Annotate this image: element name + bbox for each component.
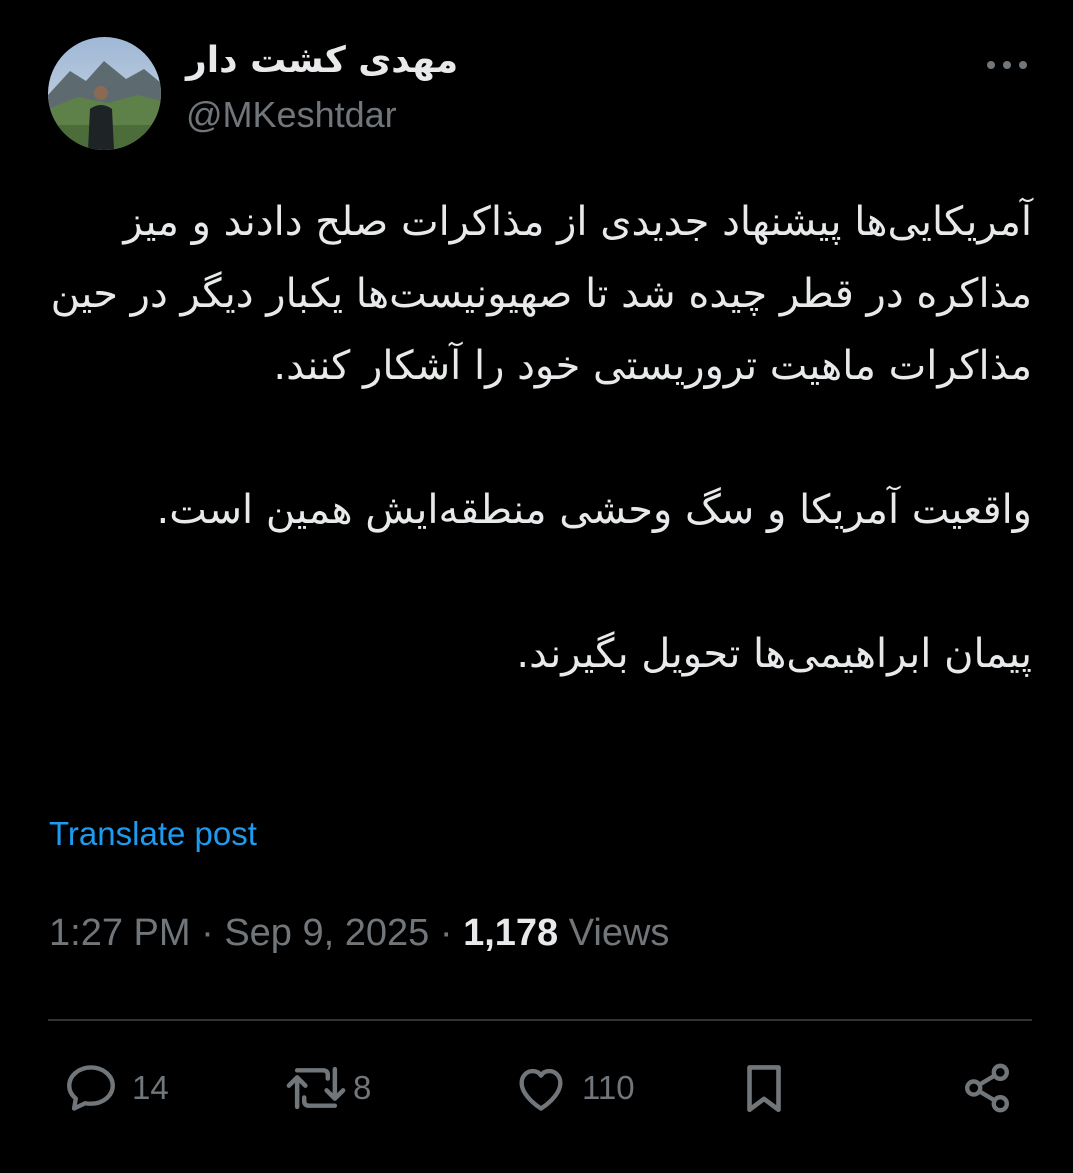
reply-bubble-icon xyxy=(67,1065,115,1111)
user-handle[interactable]: @MKeshtdar xyxy=(186,93,397,137)
divider xyxy=(48,1019,1032,1021)
more-horizontal-icon xyxy=(987,61,1027,69)
views-label: Views xyxy=(568,912,670,954)
more-options-button[interactable] xyxy=(980,48,1034,82)
post-time[interactable]: 1:27 PM xyxy=(49,912,191,954)
tweet-meta: 1:27 PM · Sep 9, 2025 · 1,178 Views xyxy=(49,912,669,955)
tweet-text: آمریکایی‌ها پیشنهاد جدیدی از مذاکرات صلح… xyxy=(40,186,1032,690)
avatar[interactable] xyxy=(48,37,161,150)
translate-post-link[interactable]: Translate post xyxy=(49,815,257,853)
reply-button[interactable]: 14 xyxy=(62,1058,169,1118)
repost-arrows-icon xyxy=(286,1066,346,1110)
tweet-paragraph: آمریکایی‌ها پیشنهاد جدیدی از مذاکرات صلح… xyxy=(50,199,1032,389)
views-count[interactable]: 1,178 xyxy=(463,912,558,954)
repost-count: 8 xyxy=(353,1069,372,1106)
display-name[interactable]: مهدی کشت دار xyxy=(186,38,458,84)
reply-count: 14 xyxy=(132,1069,169,1106)
share-button[interactable] xyxy=(958,1058,1016,1118)
heart-icon xyxy=(519,1068,563,1111)
avatar-photo xyxy=(48,37,161,150)
bookmark-icon xyxy=(747,1065,781,1113)
meta-separator: · xyxy=(201,912,214,954)
share-icon xyxy=(965,1063,1009,1113)
meta-separator: · xyxy=(439,912,453,954)
like-button[interactable]: 110 xyxy=(512,1058,635,1118)
post-date[interactable]: Sep 9, 2025 xyxy=(224,912,429,954)
repost-button[interactable]: 8 xyxy=(283,1058,371,1118)
tweet-paragraph: واقعیت آمریکا و سگ وحشی منطقه‌ایش همین ا… xyxy=(156,487,1032,533)
bookmark-button[interactable] xyxy=(735,1058,793,1118)
tweet-paragraph: پیمان ابراهیمی‌ها تحویل بگیرند. xyxy=(516,631,1032,677)
like-count: 110 xyxy=(582,1069,635,1106)
tweet-card: مهدی کشت دار @MKeshtdar آمریکایی‌ها پیشن… xyxy=(0,0,1073,1173)
